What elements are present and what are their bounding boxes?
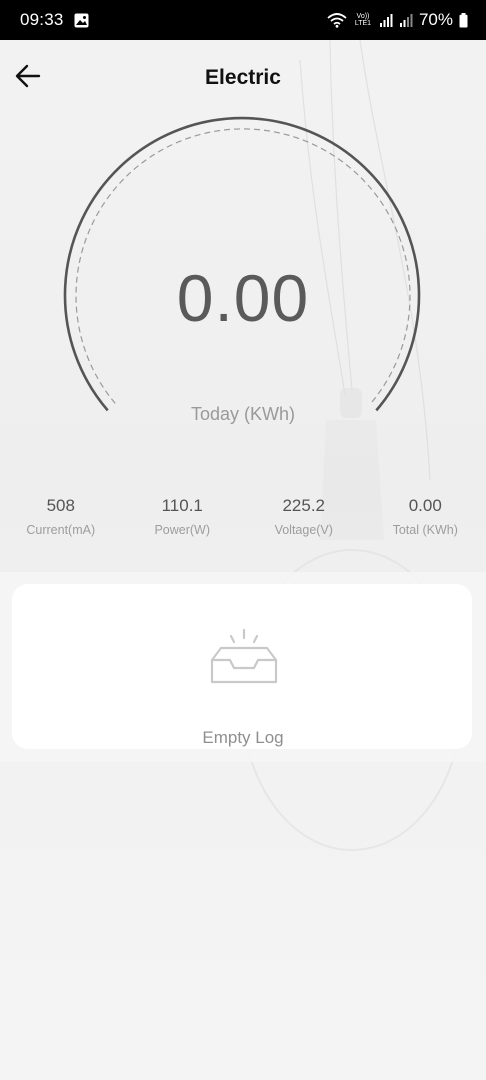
gallery-notification-icon — [74, 13, 89, 28]
stat-total: 0.00 Total (KWh) — [365, 496, 486, 546]
stat-current-label: Current(mA) — [26, 523, 96, 537]
battery-icon — [459, 12, 468, 28]
stat-voltage: 225.2 Voltage(V) — [243, 496, 365, 546]
stat-power-label: Power(W) — [154, 523, 211, 537]
stats-row: 508 Current(mA) 110.1 Power(W) 225.2 Vol… — [0, 496, 486, 546]
wifi-icon — [327, 12, 347, 28]
stat-voltage-value: 225.2 — [282, 496, 326, 515]
page-title: Electric — [205, 66, 281, 89]
stat-voltage-label: Voltage(V) — [274, 523, 333, 537]
battery-percentage: 70% — [418, 10, 453, 29]
stat-current: 508 Current(mA) — [0, 496, 122, 546]
today-energy-value: 0.00 — [176, 261, 310, 335]
signal-strength-1-icon — [379, 13, 393, 27]
stat-current-value: 508 — [46, 496, 75, 515]
back-button[interactable] — [10, 58, 46, 94]
empty-inbox-icon — [210, 628, 278, 684]
stat-total-label: Total (KWh) — [392, 523, 458, 537]
energy-gauge: 0.00 Today (KWh) — [0, 110, 486, 440]
empty-log-text: Empty Log — [202, 728, 284, 747]
signal-strength-2-icon — [399, 13, 413, 27]
stat-power: 110.1 Power(W) — [122, 496, 244, 546]
top-app-bar: Electric — [0, 40, 486, 116]
network-type-label: Vo)) LTE1 — [354, 13, 372, 27]
today-energy-unit: Today (KWh) — [190, 404, 296, 424]
status-bar: 09:33 Vo)) LTE1 70% — [0, 0, 486, 40]
stat-total-value: 0.00 — [408, 496, 442, 515]
status-time: 09:33 — [20, 10, 64, 29]
arrow-left-icon — [15, 64, 41, 88]
stat-power-value: 110.1 — [161, 496, 203, 515]
